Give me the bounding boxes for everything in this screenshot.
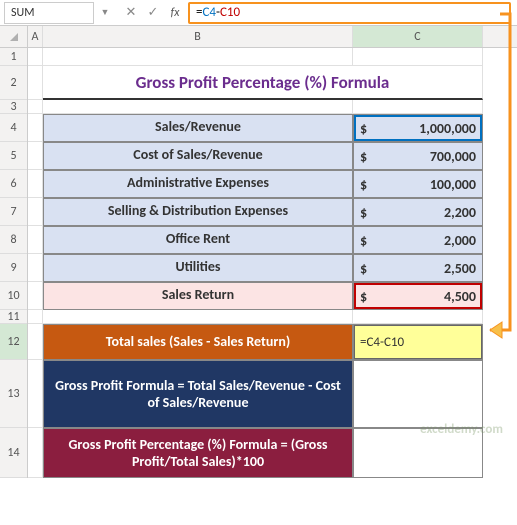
currency-symbol: $ (360, 204, 376, 221)
formula-bar: SUM ▼ ✕ ✓ fx =C4-C10 (0, 0, 517, 26)
currency-symbol: $ (360, 176, 376, 193)
value-text: 100,000 (376, 176, 476, 193)
currency-symbol: $ (360, 232, 376, 249)
cell[interactable] (28, 324, 43, 360)
select-all-corner[interactable] (0, 26, 28, 48)
data-value[interactable]: $2,000 (353, 226, 483, 254)
data-value-c10[interactable]: $4,500 (353, 282, 483, 310)
cell[interactable] (43, 48, 353, 66)
cell-grid: Gross Profit Percentage (%) Formula Sale… (28, 48, 483, 478)
row-header[interactable]: 12 (0, 324, 27, 360)
formula-accept-icon[interactable]: ✓ (142, 5, 164, 20)
col-header-c[interactable]: C (353, 26, 483, 47)
data-value[interactable]: $2,200 (353, 198, 483, 226)
value-text: 2,000 (376, 232, 476, 249)
col-header-b[interactable]: B (43, 26, 353, 47)
cell[interactable] (28, 428, 43, 478)
name-box-dropdown-icon[interactable]: ▼ (98, 7, 112, 18)
data-value[interactable]: $700,000 (353, 142, 483, 170)
currency-symbol: $ (360, 120, 376, 137)
cell[interactable] (28, 310, 43, 324)
formula-ref1: C4 (202, 5, 216, 20)
formula-cancel-icon[interactable]: ✕ (120, 5, 142, 20)
currency-symbol: $ (360, 260, 376, 277)
name-box[interactable]: SUM (4, 2, 94, 24)
row-headers: 1 2 3 4 5 6 7 8 9 10 11 12 13 14 (0, 48, 28, 478)
cell[interactable] (28, 198, 43, 226)
data-label[interactable]: Administrative Expenses (43, 170, 353, 198)
data-label[interactable]: Utilities (43, 254, 353, 282)
cell[interactable] (353, 48, 483, 66)
cell[interactable] (353, 100, 483, 114)
name-box-value: SUM (11, 6, 34, 20)
value-text: 2,500 (376, 260, 476, 277)
currency-symbol: $ (360, 148, 376, 165)
row-header[interactable]: 8 (0, 226, 27, 254)
cell[interactable] (28, 48, 43, 66)
data-value[interactable]: $2,500 (353, 254, 483, 282)
cell[interactable] (28, 360, 43, 428)
data-label[interactable]: Sales/Revenue (43, 114, 353, 142)
data-label[interactable]: Cost of Sales/Revenue (43, 142, 353, 170)
formula-label-totalsales[interactable]: Total sales (Sales - Sales Return) (43, 324, 353, 360)
cell[interactable] (43, 100, 353, 114)
watermark: exceldemy.com (420, 422, 503, 437)
cell[interactable] (28, 170, 43, 198)
row-header[interactable]: 5 (0, 142, 27, 170)
data-label[interactable]: Selling & Distribution Expenses (43, 198, 353, 226)
row-header[interactable]: 11 (0, 310, 27, 324)
column-headers: A B C (28, 26, 517, 48)
formula-label-grossprofit[interactable]: Gross Profit Formula = Total Sales/Reven… (43, 360, 353, 428)
cell[interactable] (28, 282, 43, 310)
data-label[interactable]: Sales Return (43, 282, 353, 310)
data-value-c4[interactable]: $1,000,000 (353, 114, 483, 142)
cell[interactable] (28, 254, 43, 282)
row-header[interactable]: 10 (0, 282, 27, 310)
value-text: 700,000 (376, 148, 476, 165)
cell[interactable] (28, 226, 43, 254)
cell[interactable] (353, 310, 483, 324)
value-text: 2,200 (376, 204, 476, 221)
row-header[interactable]: 14 (0, 428, 27, 478)
row-header[interactable]: 9 (0, 254, 27, 282)
title-cell[interactable]: Gross Profit Percentage (%) Formula (43, 66, 483, 100)
row-header[interactable]: 7 (0, 198, 27, 226)
formula-ref2: C10 (220, 5, 240, 20)
data-label[interactable]: Office Rent (43, 226, 353, 254)
formula-input[interactable]: =C4-C10 (188, 2, 511, 24)
cell[interactable] (28, 100, 43, 114)
row-header[interactable]: 6 (0, 170, 27, 198)
insert-function-icon[interactable]: fx (164, 6, 186, 20)
row-header[interactable]: 4 (0, 114, 27, 142)
row-header[interactable]: 3 (0, 100, 27, 114)
cell[interactable] (353, 360, 483, 428)
cell[interactable] (28, 66, 43, 100)
currency-symbol: $ (360, 288, 376, 305)
row-header[interactable]: 13 (0, 360, 27, 428)
data-value[interactable]: $100,000 (353, 170, 483, 198)
active-cell-c12[interactable]: =C4-C10 (353, 324, 483, 360)
cell[interactable] (28, 142, 43, 170)
formula-label-gpp[interactable]: Gross Profit Percentage (%) Formula = (G… (43, 428, 353, 478)
value-text: 1,000,000 (376, 120, 476, 137)
row-header[interactable]: 2 (0, 66, 27, 100)
cell[interactable] (43, 310, 353, 324)
row-header[interactable]: 1 (0, 48, 27, 66)
value-text: 4,500 (376, 288, 476, 305)
col-header-a[interactable]: A (28, 26, 43, 47)
cell[interactable] (28, 114, 43, 142)
